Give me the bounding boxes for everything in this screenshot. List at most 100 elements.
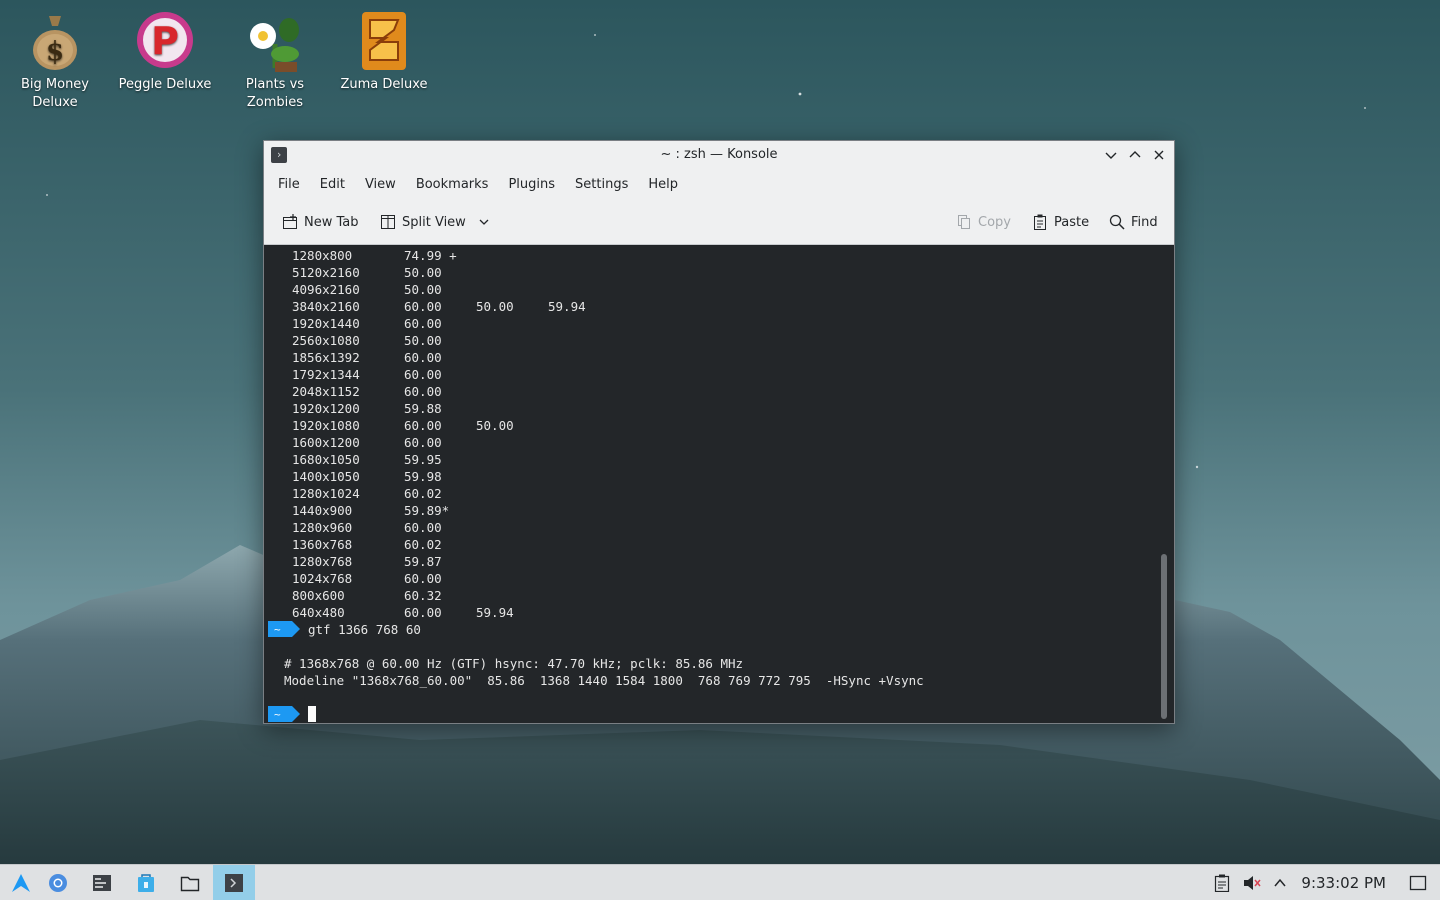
command-text: gtf 1366 768 60 — [308, 622, 421, 637]
mode-refresh-rate: 60.02 — [404, 537, 442, 552]
output-line: # 1368x768 @ 60.00 Hz (GTF) hsync: 47.70… — [284, 656, 744, 671]
minimize-button[interactable] — [1102, 146, 1120, 164]
mode-resolution: 800x600 — [292, 588, 345, 603]
desktop-icon-label: Peggle Deluxe — [118, 77, 212, 92]
mode-resolution: 1280x960 — [292, 520, 353, 535]
terminal-mode-row: 4096x2160 50.00 — [292, 281, 476, 298]
taskbar-browser[interactable] — [37, 865, 79, 900]
desktop-icon-big-money[interactable]: $ Big Money Deluxe — [5, 8, 105, 112]
split-view-button[interactable]: Split View — [380, 213, 490, 231]
terminal-mode-row: 1440x900 59.89* — [292, 502, 476, 519]
mode-refresh-rate: 74.99 + — [404, 248, 457, 263]
file-manager-icon — [180, 876, 200, 892]
desktop-icon-plants-vs-zombies[interactable]: Plants vs Zombies — [225, 8, 325, 112]
copy-label: Copy — [978, 214, 1011, 230]
copy-button[interactable]: Copy — [956, 213, 1011, 231]
menu-bar: File Edit View Bookmarks Plugins Setting… — [264, 169, 1174, 199]
terminal-mode-row: 1920x1440 60.00 — [292, 315, 476, 332]
desktop-icon-label: Big Money Deluxe — [20, 77, 89, 110]
menu-file[interactable]: File — [268, 177, 310, 192]
menu-edit[interactable]: Edit — [310, 177, 355, 192]
terminal-mode-row: 2560x1080 50.00 — [292, 332, 476, 349]
copy-icon — [958, 215, 970, 229]
money-bag-icon: $ — [33, 16, 77, 70]
mode-resolution: 5120x2160 — [292, 265, 360, 280]
desktop-icon-peggle[interactable]: P Peggle Deluxe — [115, 8, 215, 94]
show-desktop-icon[interactable] — [1409, 874, 1427, 892]
mode-refresh-rate: 50.00 — [476, 299, 514, 314]
mode-refresh-rate: 59.98 — [404, 469, 442, 484]
mode-resolution: 1024x768 — [292, 571, 353, 586]
mode-refresh-rate: 59.94 — [548, 299, 586, 314]
paste-button[interactable]: Paste — [1032, 213, 1089, 231]
mode-resolution: 1792x1344 — [292, 367, 360, 382]
menu-plugins[interactable]: Plugins — [498, 177, 565, 192]
desktop-icon-zuma[interactable]: Zuma Deluxe — [334, 8, 434, 94]
mode-refresh-rate: 60.00 — [404, 299, 442, 314]
clipboard-icon[interactable] — [1214, 874, 1230, 892]
terminal-mode-row: 1920x1080 60.00 50.00 — [292, 417, 548, 434]
app-launcher-button[interactable] — [0, 865, 42, 900]
close-button[interactable] — [1150, 146, 1168, 164]
mode-resolution: 1440x900 — [292, 503, 353, 518]
taskbar-system-monitor[interactable] — [81, 865, 123, 900]
mode-refresh-rate: 60.00 — [404, 435, 442, 450]
split-view-label: Split View — [402, 214, 466, 230]
mode-resolution: 4096x2160 — [292, 282, 360, 297]
desktop-icon-label: Plants vs Zombies — [245, 77, 305, 110]
prompt-indicator — [268, 621, 300, 637]
svg-text:P: P — [151, 19, 179, 63]
terminal-mode-row: 1920x1200 59.88 — [292, 400, 476, 417]
mode-refresh-rate: 50.00 — [404, 265, 442, 280]
terminal-mode-row: 1280x960 60.00 — [292, 519, 476, 536]
terminal-mode-row: 3840x2160 60.00 50.00 59.94 — [292, 298, 620, 315]
taskbar-discover[interactable] — [125, 865, 167, 900]
terminal-mode-row: 1600x1200 60.00 — [292, 434, 476, 451]
mode-refresh-rate: 59.89* — [404, 503, 450, 518]
paste-icon — [1034, 214, 1046, 230]
mode-resolution: 1280x800 — [292, 248, 353, 263]
taskbar: 9:33:02 PM — [0, 864, 1440, 900]
terminal-mode-row: 1360x768 60.02 — [292, 536, 476, 553]
mode-refresh-rate: 60.00 — [404, 571, 442, 586]
menu-bookmarks[interactable]: Bookmarks — [406, 177, 499, 192]
menu-help[interactable]: Help — [638, 177, 688, 192]
mode-resolution: 1280x1024 — [292, 486, 360, 501]
mode-refresh-rate: 50.00 — [404, 333, 442, 348]
mode-refresh-rate: 59.88 — [404, 401, 442, 416]
mode-refresh-rate: 60.00 — [404, 350, 442, 365]
terminal-mode-row: 800x600 60.32 — [292, 587, 476, 604]
mode-resolution: 1280x768 — [292, 554, 353, 569]
terminal-mode-row: 1280x1024 60.02 — [292, 485, 476, 502]
app-launcher-icon — [12, 874, 30, 892]
system-monitor-icon — [93, 875, 111, 891]
chevron-down-icon — [479, 219, 489, 225]
mode-refresh-rate: 60.00 — [404, 418, 442, 433]
mode-refresh-rate: 60.32 — [404, 588, 442, 603]
chevron-up-icon[interactable] — [1273, 874, 1287, 892]
clock[interactable]: 9:33:02 PM — [1301, 874, 1386, 892]
scrollbar[interactable] — [1161, 554, 1167, 719]
menu-settings[interactable]: Settings — [565, 177, 638, 192]
mode-resolution: 1856x1392 — [292, 350, 360, 365]
new-tab-button[interactable]: New Tab — [282, 213, 359, 231]
taskbar-konsole[interactable] — [213, 865, 255, 900]
mode-refresh-rate: 60.00 — [404, 367, 442, 382]
terminal-mode-row: 640x480 60.00 59.94 — [292, 604, 548, 621]
menu-view[interactable]: View — [355, 177, 406, 192]
chevron-up-icon — [1129, 151, 1141, 158]
terminal-area[interactable]: 1280x800 74.99 + 5120x2160 50.00 4096x2160 50… — [264, 246, 1174, 723]
maximize-button[interactable] — [1126, 146, 1144, 164]
toolbar: New Tab Split View Copy Paste Find — [264, 199, 1174, 245]
title-bar[interactable]: › ~ : zsh — Konsole — [264, 141, 1174, 169]
mode-resolution: 2560x1080 — [292, 333, 360, 348]
close-icon — [1154, 150, 1164, 160]
taskbar-file-manager[interactable] — [169, 865, 211, 900]
terminal-mode-row: 1400x1050 59.98 — [292, 468, 476, 485]
volume-muted-icon[interactable] — [1243, 874, 1261, 892]
konsole-window: › ~ : zsh — Konsole File Edit View Bookm… — [263, 140, 1175, 724]
mode-resolution: 1920x1200 — [292, 401, 360, 416]
mode-refresh-rate: 59.87 — [404, 554, 442, 569]
new-tab-label: New Tab — [304, 214, 359, 230]
find-button[interactable]: Find — [1109, 213, 1158, 231]
